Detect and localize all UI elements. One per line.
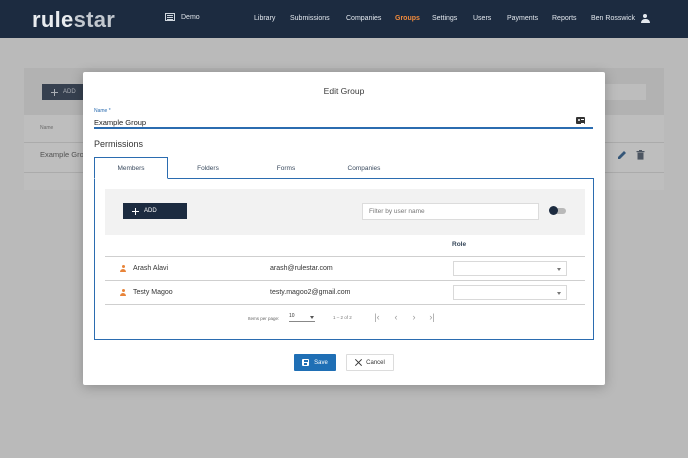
edit-group-dialog: Edit Group Name * Permissions Members Fo…	[83, 72, 605, 385]
cancel-button[interactable]: Cancel	[346, 354, 394, 371]
tab-folders[interactable]: Folders	[173, 157, 243, 179]
person-icon	[120, 289, 126, 296]
members-toggle-switch[interactable]	[549, 206, 566, 215]
close-icon	[355, 359, 362, 366]
items-per-page-select[interactable]: 10	[289, 313, 315, 322]
name-field-underline	[94, 127, 593, 129]
nav-payments[interactable]: Payments	[507, 15, 538, 22]
contact-card-icon	[576, 117, 585, 124]
member-name: Testy Magoo	[133, 289, 173, 296]
org-name: Demo	[181, 13, 200, 21]
members-toolbar: ADD	[105, 189, 585, 235]
organization-icon	[165, 13, 175, 21]
logo-part-rule: rule	[32, 7, 74, 32]
member-email: testy.magoo2@gmail.com	[270, 289, 351, 296]
permissions-heading: Permissions	[94, 139, 144, 149]
member-email: arash@rulestar.com	[270, 265, 333, 272]
person-icon	[120, 265, 126, 272]
tab-companies[interactable]: Companies	[329, 157, 399, 179]
tab-forms[interactable]: Forms	[251, 157, 321, 179]
nav-library[interactable]: Library	[254, 15, 275, 22]
chevron-down-icon	[557, 268, 561, 271]
logo-part-star: star	[73, 7, 116, 32]
nav-settings[interactable]: Settings	[432, 15, 457, 22]
rulestar-logo[interactable]: rulestar	[32, 7, 115, 33]
dialog-title: Edit Group	[323, 86, 365, 96]
row-divider	[105, 304, 585, 305]
nav-companies[interactable]: Companies	[346, 15, 381, 22]
items-per-page-value: 10	[289, 313, 295, 319]
member-name: Arash Alavi	[133, 265, 169, 272]
name-field-label: Name *	[94, 108, 111, 114]
tab-members[interactable]: Members	[94, 157, 168, 179]
add-member-label: ADD	[144, 208, 157, 214]
chevron-down-icon	[310, 316, 314, 319]
plus-icon	[132, 207, 139, 215]
save-disk-icon	[302, 359, 310, 366]
user-account-icon	[640, 14, 650, 23]
last-page-icon[interactable]: ›|	[427, 312, 437, 323]
save-label: Save	[314, 359, 328, 366]
filter-by-user-name-input[interactable]	[362, 203, 539, 220]
org-switcher[interactable]: Demo	[165, 13, 200, 21]
items-per-page-label: Items per page:	[248, 316, 280, 321]
save-button[interactable]: Save	[294, 354, 336, 371]
pagination-range: 1 – 2 of 2	[333, 315, 352, 320]
previous-page-icon[interactable]: ‹	[391, 312, 401, 323]
nav-reports[interactable]: Reports	[552, 15, 577, 22]
nav-users[interactable]: Users	[473, 15, 491, 22]
column-header-role: Role	[452, 241, 467, 248]
nav-submissions[interactable]: Submissions	[290, 15, 330, 22]
members-panel: ADD Role Arash Alavi arash@rulestar.com …	[94, 178, 594, 340]
top-nav-bar: rulestar Demo Library Submissions Compan…	[0, 0, 688, 38]
user-menu[interactable]: Ben Rosswick	[591, 14, 650, 23]
first-page-icon[interactable]: |‹	[372, 312, 382, 323]
user-name: Ben Rosswick	[591, 15, 635, 22]
next-page-icon[interactable]: ›	[409, 312, 419, 323]
role-select[interactable]	[453, 261, 567, 276]
row-divider	[105, 280, 585, 281]
chevron-down-icon	[557, 292, 561, 295]
table-header-divider	[105, 256, 585, 257]
add-member-button[interactable]: ADD	[123, 203, 187, 219]
cancel-label: Cancel	[366, 359, 385, 366]
role-select[interactable]	[453, 285, 567, 300]
nav-groups[interactable]: Groups	[395, 15, 420, 22]
